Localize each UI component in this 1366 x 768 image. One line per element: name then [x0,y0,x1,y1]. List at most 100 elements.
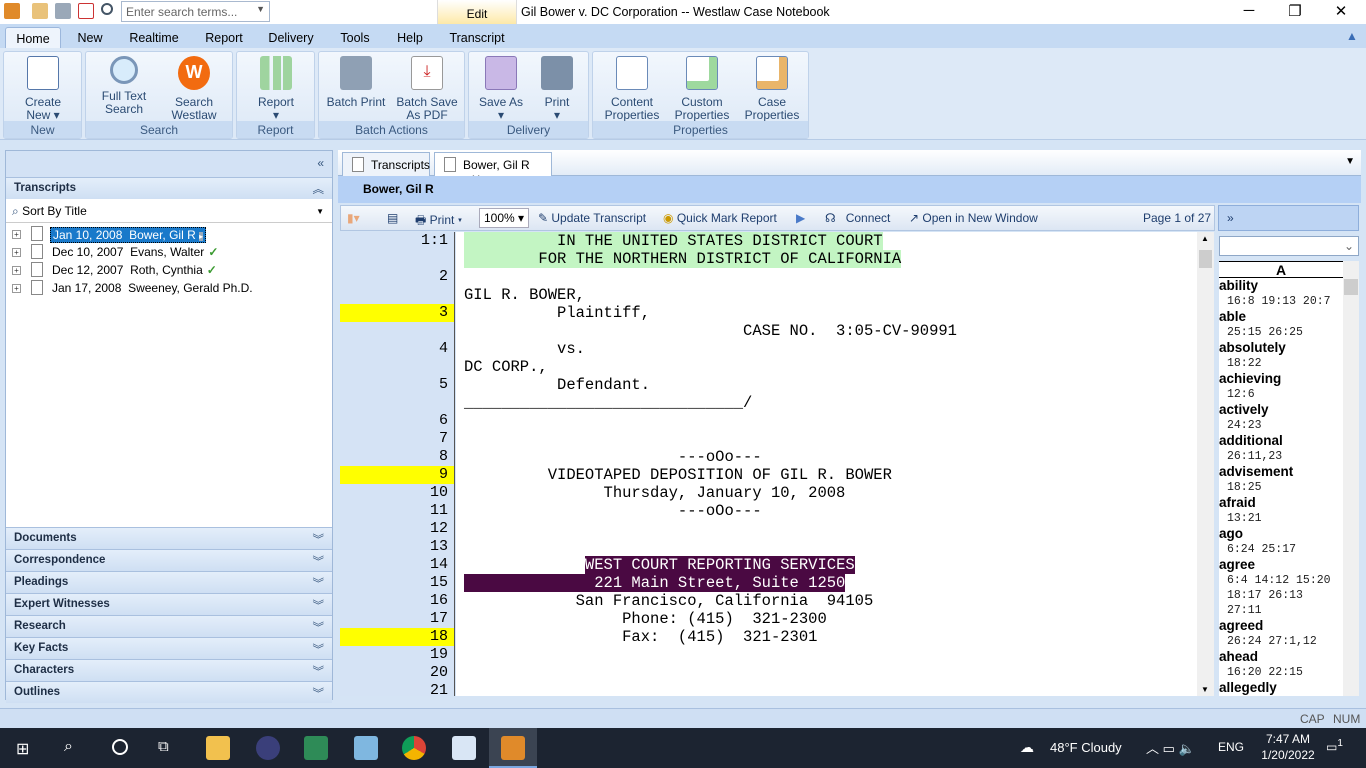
close-button[interactable]: ✕ [1318,2,1364,22]
chevron-down-icon[interactable]: ︾ [313,663,325,679]
chevron-down-icon[interactable]: ︾ [313,641,325,657]
chevron-down-icon[interactable]: ▼ [256,4,265,14]
index-references[interactable]: 26:11,23 [1219,449,1343,464]
index-references[interactable]: 26:24 27:1,12 [1219,634,1343,649]
batch-save-pdf-button[interactable]: ⤓ Batch Save As PDF [391,54,463,122]
tree-item[interactable]: + Jan 10, 2008 Bower, Gil R ▸ [6,225,332,243]
play-icon[interactable]: ▶ [796,211,805,225]
task-view-icon[interactable]: ⧉ [158,738,169,755]
index-word[interactable]: agree [1219,557,1343,573]
tab-tools[interactable]: Tools [334,27,376,48]
open-new-window-button[interactable]: ↗ Open in New Window [909,211,1038,225]
index-references[interactable]: 6:4 14:12 15:20 [1219,573,1343,588]
play-icon[interactable]: ▸ [199,232,204,241]
note-icon[interactable]: ▤ [387,211,398,225]
index-word[interactable]: able [1219,309,1343,325]
tab-report[interactable]: Report [198,27,250,48]
print-icon[interactable] [55,3,71,19]
create-new-button[interactable]: Create New ▾ [12,54,74,122]
index-word[interactable]: ability [1219,278,1343,294]
section-outlines[interactable]: Outlines ︾ [6,681,332,703]
full-text-search-button[interactable]: Full Text Search [92,54,156,116]
tab-new[interactable]: New [70,27,110,48]
chevron-down-icon[interactable]: ︾ [313,575,325,591]
index-references[interactable]: 16:20 22:15 [1219,665,1343,680]
index-word[interactable]: afraid [1219,495,1343,511]
section-correspondence[interactable]: Correspondence ︾ [6,549,332,571]
chrome-icon[interactable] [402,736,426,760]
tab-bower-gil-r[interactable]: Bower, Gil R ✕ [434,152,552,186]
clock[interactable]: 7:47 AM 1/20/2022 [1258,732,1318,762]
chevron-down-icon[interactable]: ︾ [313,597,325,613]
search-input[interactable]: Enter search terms... ▼ [121,1,270,22]
index-word[interactable]: achieving [1219,371,1343,387]
content-properties-button[interactable]: Content Properties [599,54,665,122]
index-scrollbar[interactable] [1343,261,1359,696]
index-word[interactable]: absolutely [1219,340,1343,356]
cortana-icon[interactable] [112,739,128,755]
westlaw-taskbar-button[interactable] [489,728,537,768]
custom-properties-button[interactable]: Custom Properties [669,54,735,122]
collapse-panel-button[interactable]: « [6,151,332,177]
index-references[interactable]: 6:24 25:17 [1219,542,1343,557]
section-characters[interactable]: Characters ︾ [6,659,332,681]
print-button[interactable]: Print ▾ [531,54,583,122]
update-transcript-button[interactable]: ✎ Update Transcript [538,211,646,225]
print-button[interactable]: 🖶 Print ▾ [415,211,462,232]
zoom-select[interactable]: 100% ▾ [479,208,530,228]
section-research[interactable]: Research ︾ [6,615,332,637]
expand-index-button[interactable]: » [1218,205,1359,231]
section-key-facts[interactable]: Key Facts ︾ [6,637,332,659]
expand-icon[interactable]: + [12,248,21,257]
scroll-up-icon[interactable]: ▲ [1201,234,1209,243]
chevron-up-icon[interactable]: ︽ [313,181,325,197]
search-icon[interactable] [101,3,113,15]
section-transcripts[interactable]: Transcripts ︽ [6,177,332,199]
chevron-down-icon[interactable]: ︾ [313,619,325,635]
pdf-icon[interactable] [78,3,94,19]
minimize-button[interactable]: ─ [1226,2,1272,22]
tab-realtime[interactable]: Realtime [122,27,186,48]
expand-icon[interactable]: + [12,266,21,275]
briefcase-icon[interactable] [32,3,48,19]
notification-button[interactable]: ▭1 [1326,738,1343,754]
search-westlaw-button[interactable]: W Search Westlaw [162,54,226,122]
index-references[interactable]: 13:21 [1219,511,1343,526]
tab-home[interactable]: Home [5,27,61,48]
index-word[interactable]: advisement [1219,464,1343,480]
quick-mark-report-button[interactable]: ◉ Quick Mark Report [663,211,777,225]
transcript-text[interactable]: IN THE UNITED STATES DISTRICT COURT FOR … [456,232,1197,696]
case-properties-button[interactable]: Case Properties [739,54,805,122]
index-references[interactable]: 18:22 [1219,356,1343,371]
app-icon[interactable] [354,736,378,760]
highlight-icon[interactable]: ▮▾ [347,211,360,225]
sort-dropdown[interactable]: ⌕ Sort By Title ▼ [6,199,332,223]
eclipse-icon[interactable] [256,736,280,760]
index-references[interactable]: 24:23 [1219,418,1343,433]
index-references[interactable]: 16:8 19:13 20:7 [1219,294,1343,309]
tree-item[interactable]: + Jan 17, 2008 Sweeney, Gerald Ph.D. [6,279,332,297]
chevron-down-icon[interactable]: ︾ [313,685,325,701]
windows-start-icon[interactable]: ⊞ [16,739,29,759]
index-word[interactable]: actively [1219,402,1343,418]
transcript-scrollbar[interactable]: ▲ ▼ [1197,232,1214,696]
section-documents[interactable]: Documents ︾ [6,527,332,549]
tab-help[interactable]: Help [390,27,430,48]
scroll-thumb[interactable] [1199,250,1212,268]
save-as-button[interactable]: Save As ▾ [475,54,527,122]
app-icon[interactable] [304,736,328,760]
expand-icon[interactable]: + [12,284,21,293]
scroll-thumb[interactable] [1344,279,1358,295]
weather-text[interactable]: 48°F Cloudy [1050,740,1122,755]
tab-list-icon[interactable]: ▼ [1345,156,1355,167]
restore-button[interactable]: ❐ [1272,2,1318,22]
index-word[interactable]: allegedly [1219,680,1343,696]
index-word[interactable]: additional [1219,433,1343,449]
tree-item[interactable]: + Dec 12, 2007 Roth, Cynthia ✓ [6,261,332,279]
index-filter-select[interactable]: ⌄ [1219,236,1359,256]
chevron-down-icon[interactable]: ︾ [313,553,325,569]
file-explorer-icon[interactable] [206,736,230,760]
language-indicator[interactable]: ENG [1218,740,1244,754]
connect-button[interactable]: ☊ Connect [825,211,890,225]
report-button[interactable]: Report ▾ [245,54,307,122]
